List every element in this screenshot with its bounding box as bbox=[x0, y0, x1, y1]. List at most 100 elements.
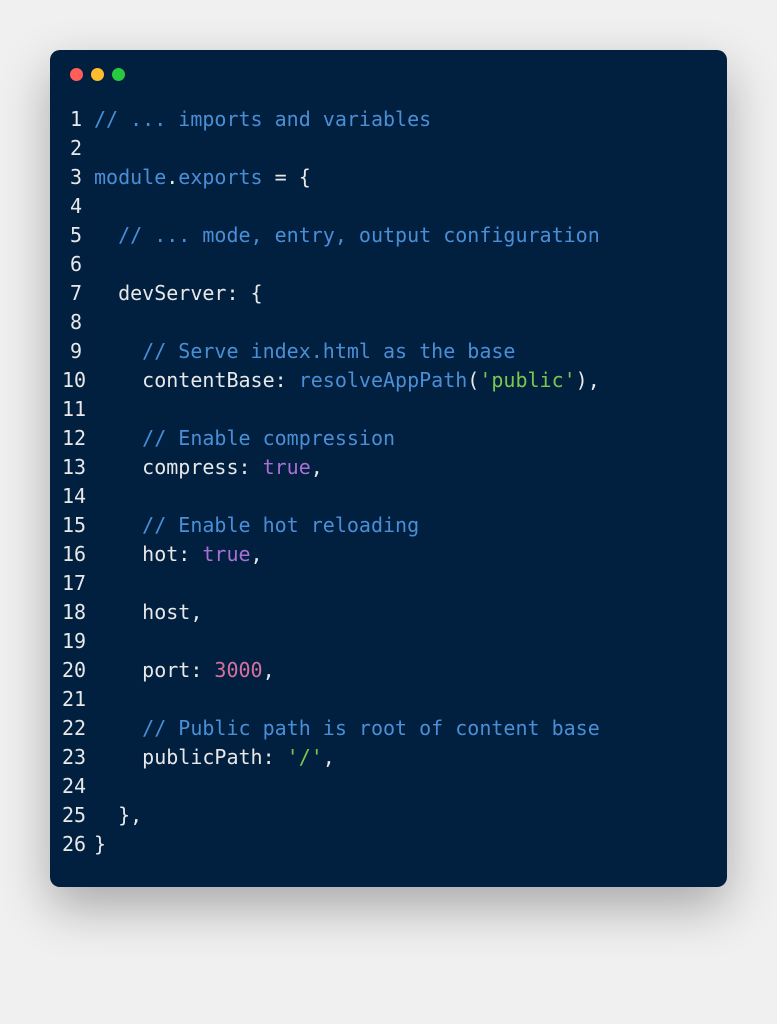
window-controls bbox=[50, 50, 727, 93]
line-number: 11 bbox=[62, 395, 94, 424]
code-line: 6 bbox=[62, 250, 707, 279]
code-token: // ... imports and variables bbox=[94, 107, 431, 131]
line-content: host, bbox=[94, 598, 707, 627]
line-content bbox=[94, 482, 707, 511]
code-line: 12 // Enable compression bbox=[62, 424, 707, 453]
line-number: 25 bbox=[62, 801, 94, 830]
line-number: 9 bbox=[62, 337, 94, 366]
code-line: 20 port: 3000, bbox=[62, 656, 707, 685]
code-token: , bbox=[311, 455, 323, 479]
line-content bbox=[94, 569, 707, 598]
code-token: publicPath: bbox=[94, 745, 287, 769]
line-content: module.exports = { bbox=[94, 163, 707, 192]
code-area[interactable]: 1// ... imports and variables23module.ex… bbox=[50, 93, 727, 863]
code-line: 23 publicPath: '/', bbox=[62, 743, 707, 772]
line-content: publicPath: '/', bbox=[94, 743, 707, 772]
code-token: ( bbox=[467, 368, 479, 392]
code-line: 11 bbox=[62, 395, 707, 424]
code-token: , bbox=[263, 658, 275, 682]
line-number: 2 bbox=[62, 134, 94, 163]
code-token: , bbox=[251, 542, 263, 566]
line-content bbox=[94, 395, 707, 424]
code-line: 24 bbox=[62, 772, 707, 801]
code-token: exports bbox=[178, 165, 262, 189]
code-token: // Public path is root of content base bbox=[142, 716, 600, 740]
line-number: 17 bbox=[62, 569, 94, 598]
line-content bbox=[94, 134, 707, 163]
code-token: // ... mode, entry, output configuration bbox=[118, 223, 600, 247]
maximize-icon[interactable] bbox=[112, 68, 125, 81]
code-line: 7 devServer: { bbox=[62, 279, 707, 308]
line-content: // ... mode, entry, output configuration bbox=[94, 221, 707, 250]
line-number: 15 bbox=[62, 511, 94, 540]
line-content: } bbox=[94, 830, 707, 859]
line-number: 18 bbox=[62, 598, 94, 627]
code-token: , bbox=[323, 745, 335, 769]
code-token: 'public' bbox=[479, 368, 575, 392]
code-line: 16 hot: true, bbox=[62, 540, 707, 569]
line-content bbox=[94, 308, 707, 337]
code-token bbox=[94, 339, 142, 363]
line-content: // Enable hot reloading bbox=[94, 511, 707, 540]
code-token: compress: bbox=[94, 455, 263, 479]
code-line: 9 // Serve index.html as the base bbox=[62, 337, 707, 366]
code-line: 1// ... imports and variables bbox=[62, 105, 707, 134]
line-number: 19 bbox=[62, 627, 94, 656]
line-number: 5 bbox=[62, 221, 94, 250]
code-token: resolveAppPath bbox=[299, 368, 468, 392]
line-number: 10 bbox=[62, 366, 94, 395]
line-content bbox=[94, 685, 707, 714]
close-icon[interactable] bbox=[70, 68, 83, 81]
code-token bbox=[94, 426, 142, 450]
code-token: port: bbox=[94, 658, 214, 682]
code-token: 3000 bbox=[214, 658, 262, 682]
line-content: // Enable compression bbox=[94, 424, 707, 453]
line-content bbox=[94, 192, 707, 221]
code-token: . bbox=[166, 165, 178, 189]
line-content: // Serve index.html as the base bbox=[94, 337, 707, 366]
code-token: = { bbox=[263, 165, 311, 189]
editor-window: 1// ... imports and variables23module.ex… bbox=[50, 50, 727, 887]
code-line: 17 bbox=[62, 569, 707, 598]
line-number: 7 bbox=[62, 279, 94, 308]
line-number: 23 bbox=[62, 743, 94, 772]
code-token: true bbox=[202, 542, 250, 566]
line-content: hot: true, bbox=[94, 540, 707, 569]
line-content bbox=[94, 772, 707, 801]
line-number: 6 bbox=[62, 250, 94, 279]
code-line: 2 bbox=[62, 134, 707, 163]
line-number: 12 bbox=[62, 424, 94, 453]
code-line: 3module.exports = { bbox=[62, 163, 707, 192]
code-token: '/' bbox=[287, 745, 323, 769]
line-number: 21 bbox=[62, 685, 94, 714]
code-token: contentBase: bbox=[94, 368, 299, 392]
line-number: 13 bbox=[62, 453, 94, 482]
code-token: } bbox=[94, 832, 106, 856]
code-token: // Enable hot reloading bbox=[142, 513, 419, 537]
code-line: 10 contentBase: resolveAppPath('public')… bbox=[62, 366, 707, 395]
line-content: contentBase: resolveAppPath('public'), bbox=[94, 366, 707, 395]
line-number: 22 bbox=[62, 714, 94, 743]
code-line: 18 host, bbox=[62, 598, 707, 627]
code-line: 4 bbox=[62, 192, 707, 221]
line-content bbox=[94, 250, 707, 279]
code-line: 21 bbox=[62, 685, 707, 714]
line-content: // Public path is root of content base bbox=[94, 714, 707, 743]
line-number: 14 bbox=[62, 482, 94, 511]
code-line: 15 // Enable hot reloading bbox=[62, 511, 707, 540]
code-token: devServer: { bbox=[94, 281, 263, 305]
code-line: 22 // Public path is root of content bas… bbox=[62, 714, 707, 743]
minimize-icon[interactable] bbox=[91, 68, 104, 81]
line-number: 24 bbox=[62, 772, 94, 801]
code-token: host, bbox=[94, 600, 202, 624]
code-token: module bbox=[94, 165, 166, 189]
line-content bbox=[94, 627, 707, 656]
code-line: 19 bbox=[62, 627, 707, 656]
line-content: devServer: { bbox=[94, 279, 707, 308]
code-line: 13 compress: true, bbox=[62, 453, 707, 482]
line-number: 4 bbox=[62, 192, 94, 221]
code-token: true bbox=[263, 455, 311, 479]
code-token: hot: bbox=[94, 542, 202, 566]
code-line: 8 bbox=[62, 308, 707, 337]
line-number: 3 bbox=[62, 163, 94, 192]
